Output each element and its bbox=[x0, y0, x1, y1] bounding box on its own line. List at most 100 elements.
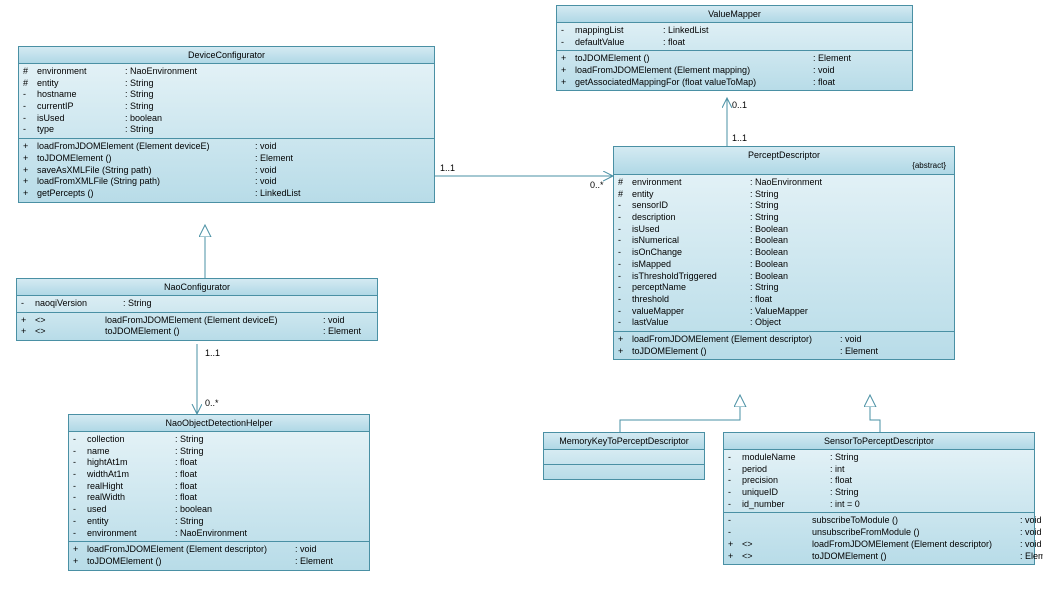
class-title: SensorToPerceptDescriptor bbox=[724, 433, 1034, 450]
op-type: : Element bbox=[832, 346, 878, 358]
op-type: : void bbox=[1012, 515, 1042, 527]
attr-name: name bbox=[87, 446, 167, 458]
operations-section: +toJDOMElement (): Element+loadFromJDOME… bbox=[557, 51, 912, 90]
operation: +getAssociatedMappingFor (float valueToM… bbox=[561, 77, 908, 89]
visibility: + bbox=[728, 551, 742, 563]
attr-name: id_number bbox=[742, 499, 822, 511]
visibility: - bbox=[73, 492, 87, 504]
attr-type: : float bbox=[742, 294, 772, 306]
operation: +loadFromJDOMElement (Element deviceE): … bbox=[23, 141, 430, 153]
class-title: ValueMapper bbox=[557, 6, 912, 23]
operation: +loadFromXMLFile (String path): void bbox=[23, 176, 430, 188]
visibility: - bbox=[618, 271, 632, 283]
op-type: : Element bbox=[1012, 551, 1043, 563]
attr-type: : NaoEnvironment bbox=[742, 177, 822, 189]
class-name: PerceptDescriptor bbox=[748, 150, 820, 160]
attr-type: : float bbox=[167, 481, 197, 493]
attr-name: sensorID bbox=[632, 200, 742, 212]
gen-memkey-percept bbox=[620, 395, 740, 432]
attr-type: : int = 0 bbox=[822, 499, 860, 511]
attribute: -entity: String bbox=[73, 516, 365, 528]
op-name: subscribeToModule () bbox=[812, 515, 1012, 527]
visibility: # bbox=[618, 189, 632, 201]
visibility: - bbox=[73, 434, 87, 446]
visibility: - bbox=[73, 516, 87, 528]
operation: -subscribeToModule (): void bbox=[728, 515, 1030, 527]
attr-name: precision bbox=[742, 475, 822, 487]
visibility: + bbox=[23, 153, 37, 165]
attribute: #environment: NaoEnvironment bbox=[23, 66, 430, 78]
visibility: - bbox=[618, 306, 632, 318]
op-name: toJDOMElement () bbox=[87, 556, 287, 568]
attr-name: threshold bbox=[632, 294, 742, 306]
visibility: - bbox=[728, 527, 742, 539]
attributes-section: -mappingList: LinkedList-defaultValue: f… bbox=[557, 23, 912, 51]
op-type: : Element bbox=[287, 556, 333, 568]
op-type: : void bbox=[805, 65, 835, 77]
attr-type: : ValueMapper bbox=[742, 306, 808, 318]
visibility: - bbox=[618, 282, 632, 294]
attribute: -uniqueID: String bbox=[728, 487, 1030, 499]
operation: +loadFromJDOMElement (Element descriptor… bbox=[73, 544, 365, 556]
visibility: + bbox=[561, 53, 575, 65]
visibility: - bbox=[73, 457, 87, 469]
attr-name: isNumerical bbox=[632, 235, 742, 247]
mult-dc-pd-right: 0..* bbox=[590, 180, 604, 190]
op-name: toJDOMElement () bbox=[105, 326, 315, 338]
class-sensor-to-percept-descriptor: SensorToPerceptDescriptor -moduleName: S… bbox=[723, 432, 1035, 565]
class-value-mapper: ValueMapper -mappingList: LinkedList-def… bbox=[556, 5, 913, 91]
op-stereotype: <> bbox=[35, 326, 105, 338]
attr-name: lastValue bbox=[632, 317, 742, 329]
op-type: : LinkedList bbox=[247, 188, 301, 200]
attr-name: period bbox=[742, 464, 822, 476]
visibility: - bbox=[728, 475, 742, 487]
attr-type: : String bbox=[742, 189, 779, 201]
mult-dc-pd-left: 1..1 bbox=[440, 163, 455, 173]
attr-type: : String bbox=[742, 212, 779, 224]
attr-type: : String bbox=[742, 282, 779, 294]
op-type: : Element bbox=[247, 153, 293, 165]
visibility: + bbox=[561, 65, 575, 77]
operation: +toJDOMElement (): Element bbox=[73, 556, 365, 568]
visibility: + bbox=[21, 326, 35, 338]
op-name: toJDOMElement () bbox=[575, 53, 805, 65]
visibility: + bbox=[23, 176, 37, 188]
op-name: toJDOMElement () bbox=[812, 551, 1012, 563]
attr-name: isUsed bbox=[37, 113, 117, 125]
class-title: PerceptDescriptor {abstract} bbox=[614, 147, 954, 175]
attr-name: realHight bbox=[87, 481, 167, 493]
operation: +loadFromJDOMElement (Element descriptor… bbox=[618, 334, 950, 346]
op-type: : Element bbox=[315, 326, 361, 338]
attr-type: : boolean bbox=[117, 113, 162, 125]
op-type: : void bbox=[1012, 539, 1042, 551]
attribute: -moduleName: String bbox=[728, 452, 1030, 464]
attribute: -isThresholdTriggered: Boolean bbox=[618, 271, 950, 283]
attributes-section: #environment: NaoEnvironment#entity: Str… bbox=[614, 175, 954, 332]
attr-type: : String bbox=[117, 89, 154, 101]
attribute: -threshold: float bbox=[618, 294, 950, 306]
attr-type: : int bbox=[822, 464, 845, 476]
op-stereotype: <> bbox=[742, 551, 812, 563]
attr-name: isThresholdTriggered bbox=[632, 271, 742, 283]
attr-type: : String bbox=[742, 200, 779, 212]
attributes-section: -moduleName: String -period: int-precisio… bbox=[724, 450, 1034, 513]
attr-type: : Boolean bbox=[742, 271, 788, 283]
class-title: NaoConfigurator bbox=[17, 279, 377, 296]
op-type: : void bbox=[1012, 527, 1042, 539]
attr-name: valueMapper bbox=[632, 306, 742, 318]
attribute: -defaultValue: float bbox=[561, 37, 908, 49]
visibility: - bbox=[728, 515, 742, 527]
attr-type: : NaoEnvironment bbox=[167, 528, 247, 540]
attr-name: uniqueID bbox=[742, 487, 822, 499]
attribute: -name: String bbox=[73, 446, 365, 458]
class-percept-descriptor: PerceptDescriptor {abstract} #environmen… bbox=[613, 146, 955, 360]
operation: +<>loadFromJDOMElement (Element descript… bbox=[728, 539, 1030, 551]
attribute: -precision: float bbox=[728, 475, 1030, 487]
attr-type: : float bbox=[822, 475, 852, 487]
op-stereotype: <> bbox=[35, 315, 105, 327]
visibility: - bbox=[618, 212, 632, 224]
attribute: -widthAt1m: float bbox=[73, 469, 365, 481]
attr-name: isOnChange bbox=[632, 247, 742, 259]
op-type: : void bbox=[247, 176, 277, 188]
attr-name: description bbox=[632, 212, 742, 224]
